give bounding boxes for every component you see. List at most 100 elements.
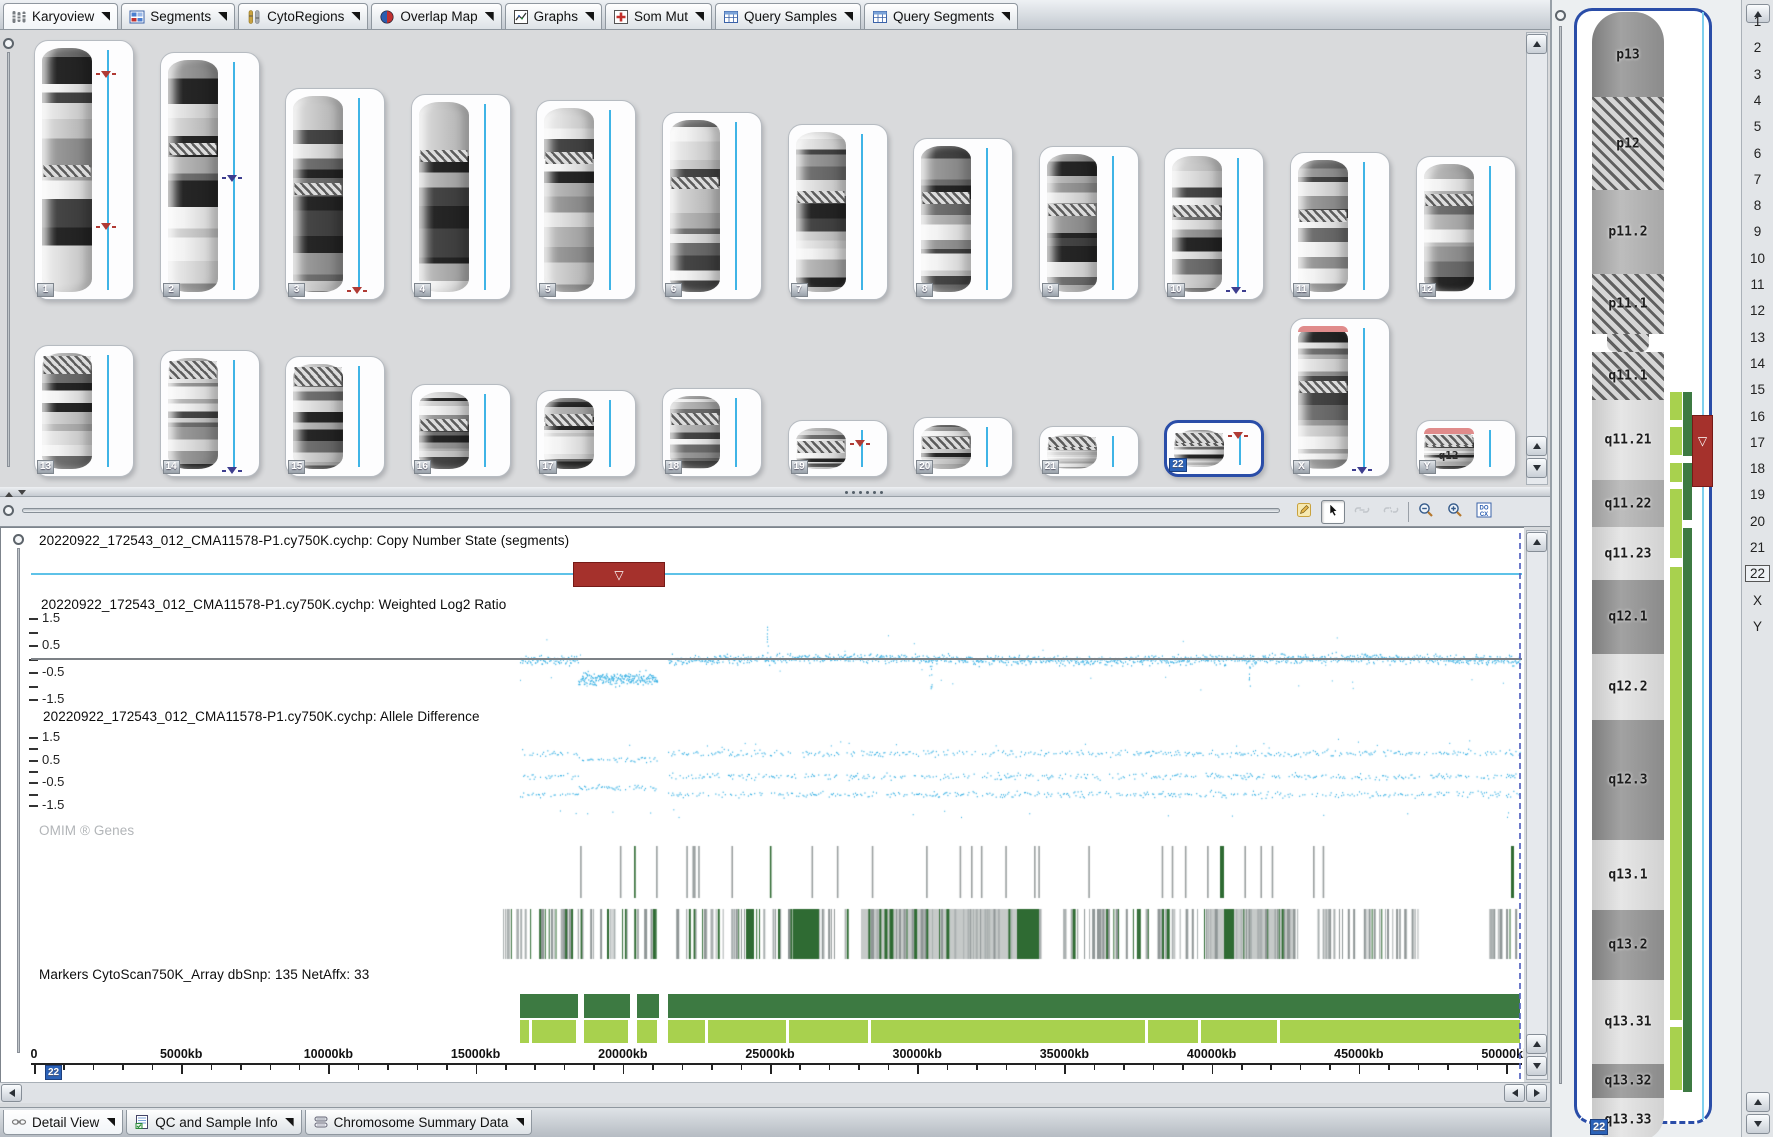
chromosome-list-item-X[interactable]: X: [1742, 591, 1773, 611]
chromosome-list-item-1[interactable]: 1: [1742, 12, 1773, 32]
chromosome-card-3[interactable]: 3: [285, 88, 385, 300]
deletion-segment-marker[interactable]: ▽: [573, 562, 665, 587]
ideogram-slider-track[interactable]: [1559, 26, 1562, 1084]
link-button[interactable]: [1350, 500, 1374, 524]
tab-dropdown-icon[interactable]: [285, 1118, 294, 1127]
detail-vslider-knob[interactable]: [13, 534, 24, 545]
ideogram-deletion-marker[interactable]: ▽: [1692, 415, 1713, 487]
tab-overlap-map[interactable]: Overlap Map: [371, 3, 501, 29]
chromosome-list-item-6[interactable]: 6: [1742, 144, 1773, 164]
tab-som-mut[interactable]: Som Mut: [605, 3, 712, 29]
chromlist-scroll-down-button[interactable]: [1746, 1114, 1770, 1134]
cytoband-q11.22[interactable]: q11.22: [1592, 480, 1664, 527]
tab-dropdown-icon[interactable]: [106, 1118, 115, 1127]
cytoband-q13.31[interactable]: q13.31: [1592, 980, 1664, 1064]
cytoband-q11.1[interactable]: q11.1: [1592, 352, 1664, 400]
chromosome-list-item-5[interactable]: 5: [1742, 117, 1773, 137]
chromosome-card-8[interactable]: 8: [913, 138, 1013, 300]
detail-scroll-down-button[interactable]: [1526, 1056, 1547, 1076]
chromosome-card-6[interactable]: 6: [662, 112, 762, 300]
karyoview-zoom-slider-track[interactable]: [7, 52, 10, 467]
chromosome-list-item-8[interactable]: 8: [1742, 196, 1773, 216]
chromosome-list-item-18[interactable]: 18: [1742, 459, 1773, 479]
chromosome-card-21[interactable]: 21: [1039, 426, 1139, 477]
chromosome-card-11[interactable]: 11: [1290, 152, 1390, 300]
tab-segments[interactable]: Segments: [121, 3, 235, 29]
tab-dropdown-icon[interactable]: [585, 12, 594, 21]
chromosome-card-19[interactable]: 19: [788, 420, 888, 477]
detail-scroll-up-button[interactable]: [1526, 532, 1547, 552]
tab-dropdown-icon[interactable]: [844, 12, 853, 21]
karyoview-zoom-slider-knob[interactable]: [3, 38, 14, 49]
cytoband-p11.1[interactable]: p11.1: [1592, 274, 1664, 334]
cytoband-p12[interactable]: p12: [1592, 97, 1664, 190]
chromlist-scroll-up2-button[interactable]: [1746, 1092, 1770, 1112]
tab-cytoregions[interactable]: CytoRegions: [238, 3, 368, 29]
karyoview-scroll-down-button[interactable]: [1526, 458, 1547, 478]
chromosome-list-item-15[interactable]: 15: [1742, 380, 1773, 400]
edit-button[interactable]: [1292, 500, 1316, 524]
cytoband-q11.23[interactable]: q11.23: [1592, 527, 1664, 580]
detail-hslider-knob[interactable]: [3, 505, 14, 516]
chromosome-list-item-21[interactable]: 21: [1742, 538, 1773, 558]
hscroll-left2-button[interactable]: [1504, 1084, 1525, 1102]
cytoband-q11.21[interactable]: q11.21: [1592, 400, 1664, 480]
detail-hslider-track[interactable]: [22, 508, 1280, 513]
chromosome-list-item-20[interactable]: 20: [1742, 512, 1773, 532]
centromere-waist[interactable]: [1607, 334, 1649, 352]
chromosome-list-item-9[interactable]: 9: [1742, 222, 1773, 242]
tab-dropdown-icon[interactable]: [695, 12, 704, 21]
cytoband-q13.32[interactable]: q13.32: [1592, 1064, 1664, 1098]
tab-detail-view[interactable]: Detail View: [3, 1110, 123, 1135]
chromosome-list-item-22[interactable]: 22: [1742, 564, 1773, 584]
chromosome-card-20[interactable]: 20: [913, 417, 1013, 477]
chromosome-card-22[interactable]: 22: [1164, 420, 1264, 477]
tab-chromosome-summary-data[interactable]: Chromosome Summary Data: [305, 1110, 533, 1135]
chromosome-card-4[interactable]: 4: [411, 94, 511, 300]
cytoband-q12.2[interactable]: q12.2: [1592, 654, 1664, 720]
chromosome-list-item-Y[interactable]: Y: [1742, 617, 1773, 637]
chromosome-list-item-3[interactable]: 3: [1742, 65, 1773, 85]
chromosome-card-10[interactable]: 10: [1164, 148, 1264, 300]
chromosome-list-item-11[interactable]: 11: [1742, 275, 1773, 295]
unlink-button[interactable]: [1379, 500, 1403, 524]
tab-dropdown-icon[interactable]: [351, 12, 360, 21]
tab-query-samples[interactable]: Query Samples: [715, 3, 861, 29]
hscroll-right-button[interactable]: [1526, 1084, 1547, 1102]
cytoband-p11.2[interactable]: p11.2: [1592, 190, 1664, 274]
zoom-in-button[interactable]: [1443, 500, 1467, 524]
detail-scroll-up2-button[interactable]: [1526, 1034, 1547, 1054]
tab-dropdown-icon[interactable]: [101, 12, 110, 21]
tab-karyoview[interactable]: Karyoview: [3, 3, 118, 29]
tab-dropdown-icon[interactable]: [218, 12, 227, 21]
chromosome-list-item-17[interactable]: 17: [1742, 433, 1773, 453]
chromosome-list-item-2[interactable]: 2: [1742, 38, 1773, 58]
chromosome-card-5[interactable]: 5: [536, 100, 636, 300]
tab-qc-and-sample-info[interactable]: QC and Sample Info: [126, 1110, 301, 1135]
tab-dropdown-icon[interactable]: [485, 12, 494, 21]
chromosome-card-17[interactable]: 17: [536, 390, 636, 477]
chromosome-card-12[interactable]: 12: [1416, 156, 1516, 300]
chromosome-card-18[interactable]: 18: [662, 388, 762, 477]
chromosome-card-X[interactable]: X: [1290, 318, 1390, 477]
chromosome-list-item-16[interactable]: 16: [1742, 407, 1773, 427]
hscroll-left-button[interactable]: [1, 1084, 22, 1102]
cytoband-q12.1[interactable]: q12.1: [1592, 580, 1664, 654]
chromosome-card-13[interactable]: 13: [34, 345, 134, 477]
chromosome-card-2[interactable]: 2: [160, 52, 260, 300]
collapse-up-icon[interactable]: [5, 488, 13, 497]
chromosome-card-1[interactable]: 1: [34, 40, 134, 300]
chromosome-card-15[interactable]: 15: [285, 356, 385, 477]
chromosome-card-14[interactable]: 14: [160, 350, 260, 477]
cytoband-q13.2[interactable]: q13.2: [1592, 910, 1664, 980]
cytoband-p13[interactable]: p13: [1592, 12, 1664, 97]
chromosome-list-item-13[interactable]: 13: [1742, 328, 1773, 348]
pointer-button[interactable]: [1321, 500, 1345, 524]
detail-hscrollbar[interactable]: [0, 1082, 1550, 1103]
chromosome-list-item-19[interactable]: 19: [1742, 485, 1773, 505]
cytoband-q13.1[interactable]: q13.1: [1592, 840, 1664, 910]
tab-query-segments[interactable]: Query Segments: [864, 3, 1018, 29]
chromosome-list-item-10[interactable]: 10: [1742, 249, 1773, 269]
chromosome-card-16[interactable]: 16: [411, 384, 511, 477]
cytoband-q12.3[interactable]: q12.3: [1592, 720, 1664, 840]
